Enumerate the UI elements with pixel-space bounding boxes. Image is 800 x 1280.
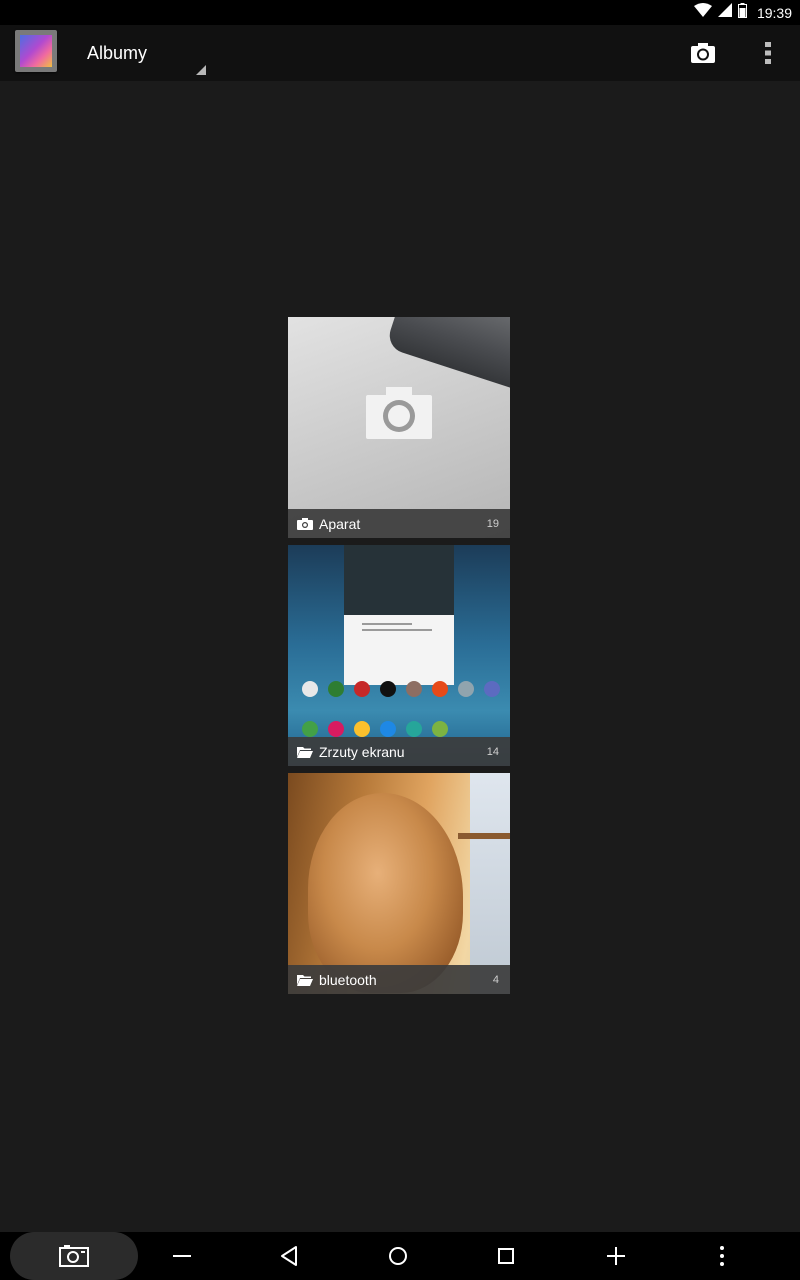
screenshot-button[interactable] — [10, 1232, 138, 1280]
volume-up-icon — [607, 1247, 625, 1265]
thumbnail-app-dot — [406, 721, 422, 737]
album-thumbnail — [288, 773, 510, 994]
thumbnail-bust-photo — [308, 793, 463, 993]
spinner-arrow-icon — [196, 65, 206, 75]
album-tile-bluetooth[interactable]: bluetooth 4 — [288, 773, 510, 994]
menu-button[interactable] — [707, 1241, 737, 1271]
album-caption: Aparat 19 — [288, 509, 510, 538]
album-tile-aparat[interactable]: Aparat 19 — [288, 317, 510, 538]
action-bar: Albumy — [0, 25, 800, 81]
back-icon — [281, 1246, 297, 1266]
back-button[interactable] — [275, 1241, 305, 1271]
thumbnail-notification-card — [344, 615, 454, 685]
thumbnail-text-line — [362, 623, 412, 625]
navigation-bar — [0, 1232, 800, 1280]
status-icons: 19:39 — [693, 0, 792, 25]
spinner-label: Albumy — [87, 43, 148, 63]
album-count: 4 — [492, 973, 499, 986]
album-caption: Zrzuty ekranu 14 — [288, 737, 510, 766]
wifi-icon — [693, 3, 712, 22]
thumbnail-app-row — [302, 681, 500, 697]
recents-icon — [498, 1248, 514, 1264]
album-title: bluetooth — [319, 971, 377, 988]
camera-icon — [691, 43, 715, 63]
thumbnail-app-dot — [406, 681, 422, 697]
thumbnail-app-dot — [328, 721, 344, 737]
thumbnail-window-frame — [458, 833, 510, 839]
recents-button[interactable] — [491, 1241, 521, 1271]
menu-icon — [720, 1246, 724, 1266]
album-list: Aparat 19 Zrzuty ekranu 14 bluetooth 4 — [288, 317, 510, 1001]
overflow-menu-icon — [765, 42, 771, 64]
album-count: 19 — [486, 517, 499, 530]
album-view-spinner[interactable]: Albumy — [70, 25, 210, 81]
volume-up-button[interactable] — [601, 1241, 631, 1271]
camera-icon — [297, 517, 313, 530]
thumbnail-quick-settings — [344, 545, 454, 615]
thumbnail-text-line — [362, 629, 432, 631]
camera-button[interactable] — [684, 35, 722, 71]
album-title: Aparat — [319, 515, 361, 532]
overflow-menu-button[interactable] — [752, 35, 784, 71]
album-thumbnail — [288, 317, 510, 538]
gallery-app-icon-image — [20, 35, 52, 67]
thumbnail-app-dot — [354, 721, 370, 737]
folder-icon — [297, 974, 313, 986]
thumbnail-app-dot — [380, 681, 396, 697]
album-caption: bluetooth 4 — [288, 965, 510, 994]
album-title: Zrzuty ekranu — [319, 743, 405, 760]
status-time: 19:39 — [756, 4, 792, 21]
thumbnail-window — [470, 773, 510, 994]
battery-icon — [737, 2, 747, 23]
thumbnail-app-row — [302, 721, 448, 737]
home-button[interactable] — [383, 1241, 413, 1271]
thumbnail-app-dot — [484, 681, 500, 697]
thumbnail-app-dot — [302, 721, 318, 737]
thumbnail-app-dot — [432, 721, 448, 737]
thumbnail-app-dot — [302, 681, 318, 697]
thumbnail-app-dot — [380, 721, 396, 737]
home-icon — [389, 1247, 407, 1265]
signal-icon — [717, 3, 732, 22]
thumbnail-app-dot — [432, 681, 448, 697]
album-count: 14 — [486, 745, 499, 758]
volume-down-button[interactable] — [167, 1241, 197, 1271]
thumbnail-app-dot — [354, 681, 370, 697]
thumbnail-phone-image — [385, 317, 510, 394]
thumbnail-app-dot — [458, 681, 474, 697]
album-thumbnail — [288, 545, 510, 766]
gallery-app-icon[interactable] — [15, 30, 57, 72]
folder-icon — [297, 746, 313, 758]
album-tile-zrzuty-ekranu[interactable]: Zrzuty ekranu 14 — [288, 545, 510, 766]
volume-down-icon — [173, 1255, 191, 1257]
camera-placeholder-icon — [366, 387, 432, 439]
screenshot-camera-icon — [59, 1245, 89, 1267]
thumbnail-app-dot — [328, 681, 344, 697]
status-bar: 19:39 — [0, 0, 800, 25]
